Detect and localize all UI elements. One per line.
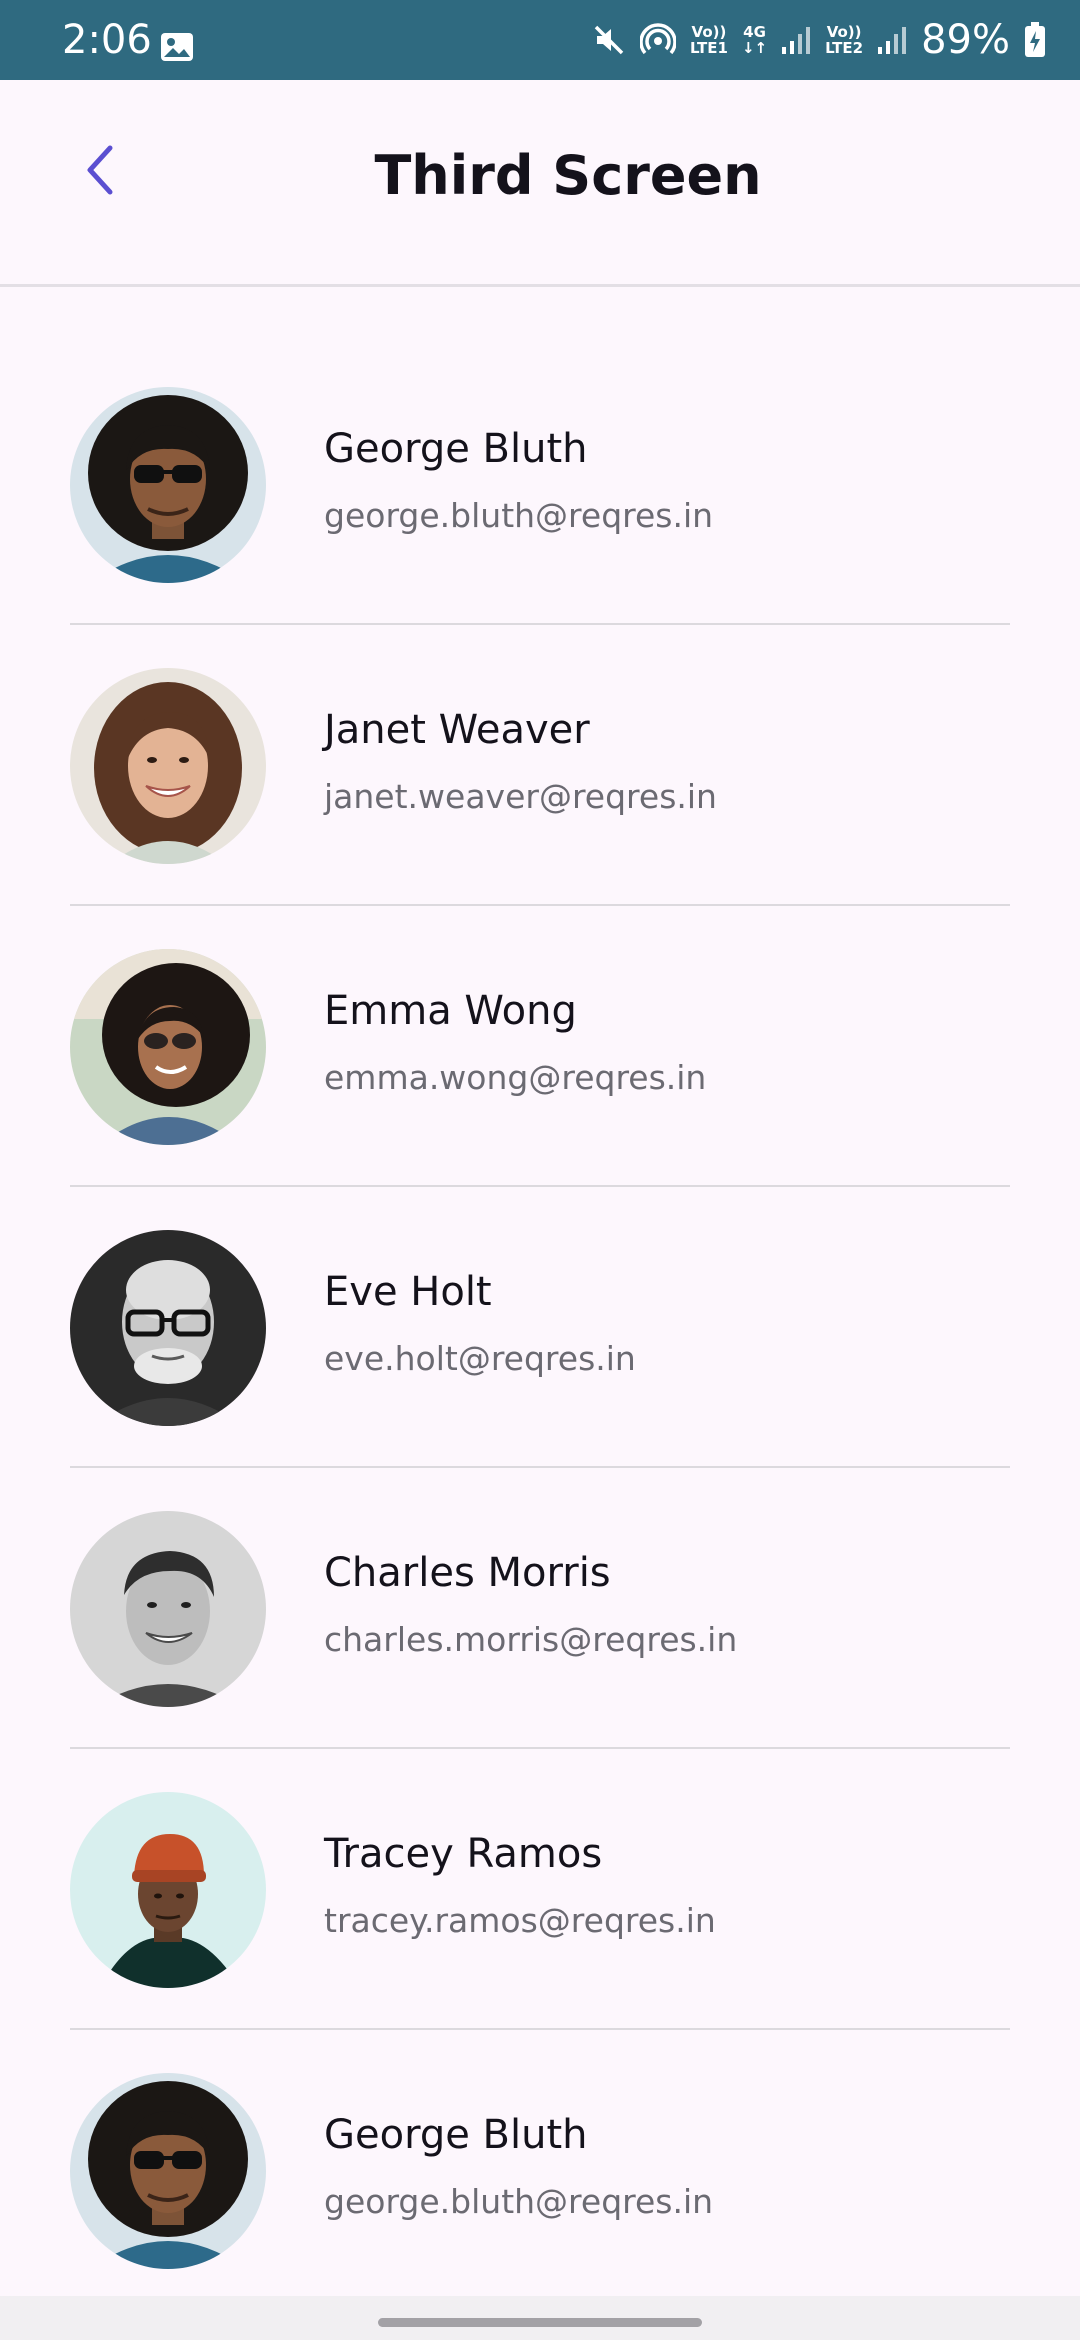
user-name: George Bluth	[324, 426, 588, 472]
user-email: tracey.ramos@reqres.in	[324, 1901, 716, 1940]
hotspot-icon	[639, 23, 676, 55]
gallery-icon	[161, 33, 193, 61]
sim2-volte: Vo))	[826, 23, 862, 41]
user-list-item[interactable]: George Bluth george.bluth@reqres.in	[70, 1970, 1010, 2269]
sim2-label: Vo)) LTE2	[825, 24, 863, 56]
mute-icon	[594, 25, 624, 55]
avatar	[70, 2073, 266, 2269]
user-name: Janet Weaver	[324, 707, 590, 753]
sim1-volte: Vo))	[691, 23, 727, 41]
user-email: janet.weaver@reqres.in	[324, 777, 717, 816]
avatar	[70, 387, 266, 583]
user-email: emma.wong@reqres.in	[324, 1058, 707, 1097]
gesture-bar	[0, 2296, 1080, 2340]
battery-percent: 89%	[921, 17, 1010, 63]
signal-icon-sim2	[878, 27, 907, 54]
sim1-label: Vo)) LTE1	[690, 24, 728, 56]
user-email: eve.holt@reqres.in	[324, 1339, 636, 1378]
signal-icon-sim1	[782, 27, 811, 54]
avatar	[70, 668, 266, 864]
user-list-item[interactable]: Charles Morris charles.morris@reqres.in	[70, 1408, 1010, 1749]
user-name: Eve Holt	[324, 1269, 492, 1315]
user-email: george.bluth@reqres.in	[324, 2182, 714, 2221]
home-gesture-handle[interactable]	[378, 2318, 702, 2327]
user-name: Emma Wong	[324, 988, 577, 1034]
battery-charging-icon	[1025, 22, 1045, 57]
avatar-charles-image	[70, 1511, 266, 1707]
user-name: George Bluth	[324, 2112, 588, 2158]
avatar-emma-image	[70, 949, 266, 1145]
status-icons: Vo)) LTE1 4G ↓↑ Vo)) LTE2 89%	[592, 12, 1046, 68]
sim1-lte: LTE1	[689, 39, 728, 57]
avatar-george-image	[70, 387, 266, 583]
avatar	[70, 1230, 266, 1426]
avatar-george-image	[70, 2073, 266, 2269]
avatar-janet-image	[70, 668, 266, 864]
network-type: 4G ↓↑	[742, 24, 767, 56]
app-bar: Third Screen	[0, 80, 1080, 287]
avatar	[70, 1511, 266, 1707]
user-list-item[interactable]: Tracey Ramos tracey.ramos@reqres.in	[70, 1689, 1010, 2030]
data-arrows-icon: ↓↑	[741, 39, 768, 57]
user-list-item[interactable]: Janet Weaver janet.weaver@reqres.in	[70, 565, 1010, 906]
avatar	[70, 1792, 266, 1988]
user-email: george.bluth@reqres.in	[324, 496, 714, 535]
sim2-lte: LTE2	[825, 39, 864, 57]
status-bar: 2:06 Vo)) LTE1 4G ↓↑ Vo)) LTE2 89%	[0, 0, 1080, 80]
status-time: 2:06	[62, 17, 152, 63]
avatar	[70, 949, 266, 1145]
page-title: Third Screen	[374, 144, 762, 207]
avatar-tracey-image	[70, 1792, 266, 1988]
avatar-eve-image	[70, 1230, 266, 1426]
user-email: charles.morris@reqres.in	[324, 1620, 738, 1659]
user-list-item[interactable]: George Bluth george.bluth@reqres.in	[70, 284, 1010, 625]
user-list-item[interactable]: Emma Wong emma.wong@reqres.in	[70, 846, 1010, 1187]
user-name: Charles Morris	[324, 1550, 611, 1596]
user-name: Tracey Ramos	[324, 1831, 603, 1877]
user-list-item[interactable]: Eve Holt eve.holt@reqres.in	[70, 1127, 1010, 1468]
network-type-label: 4G	[743, 23, 766, 41]
